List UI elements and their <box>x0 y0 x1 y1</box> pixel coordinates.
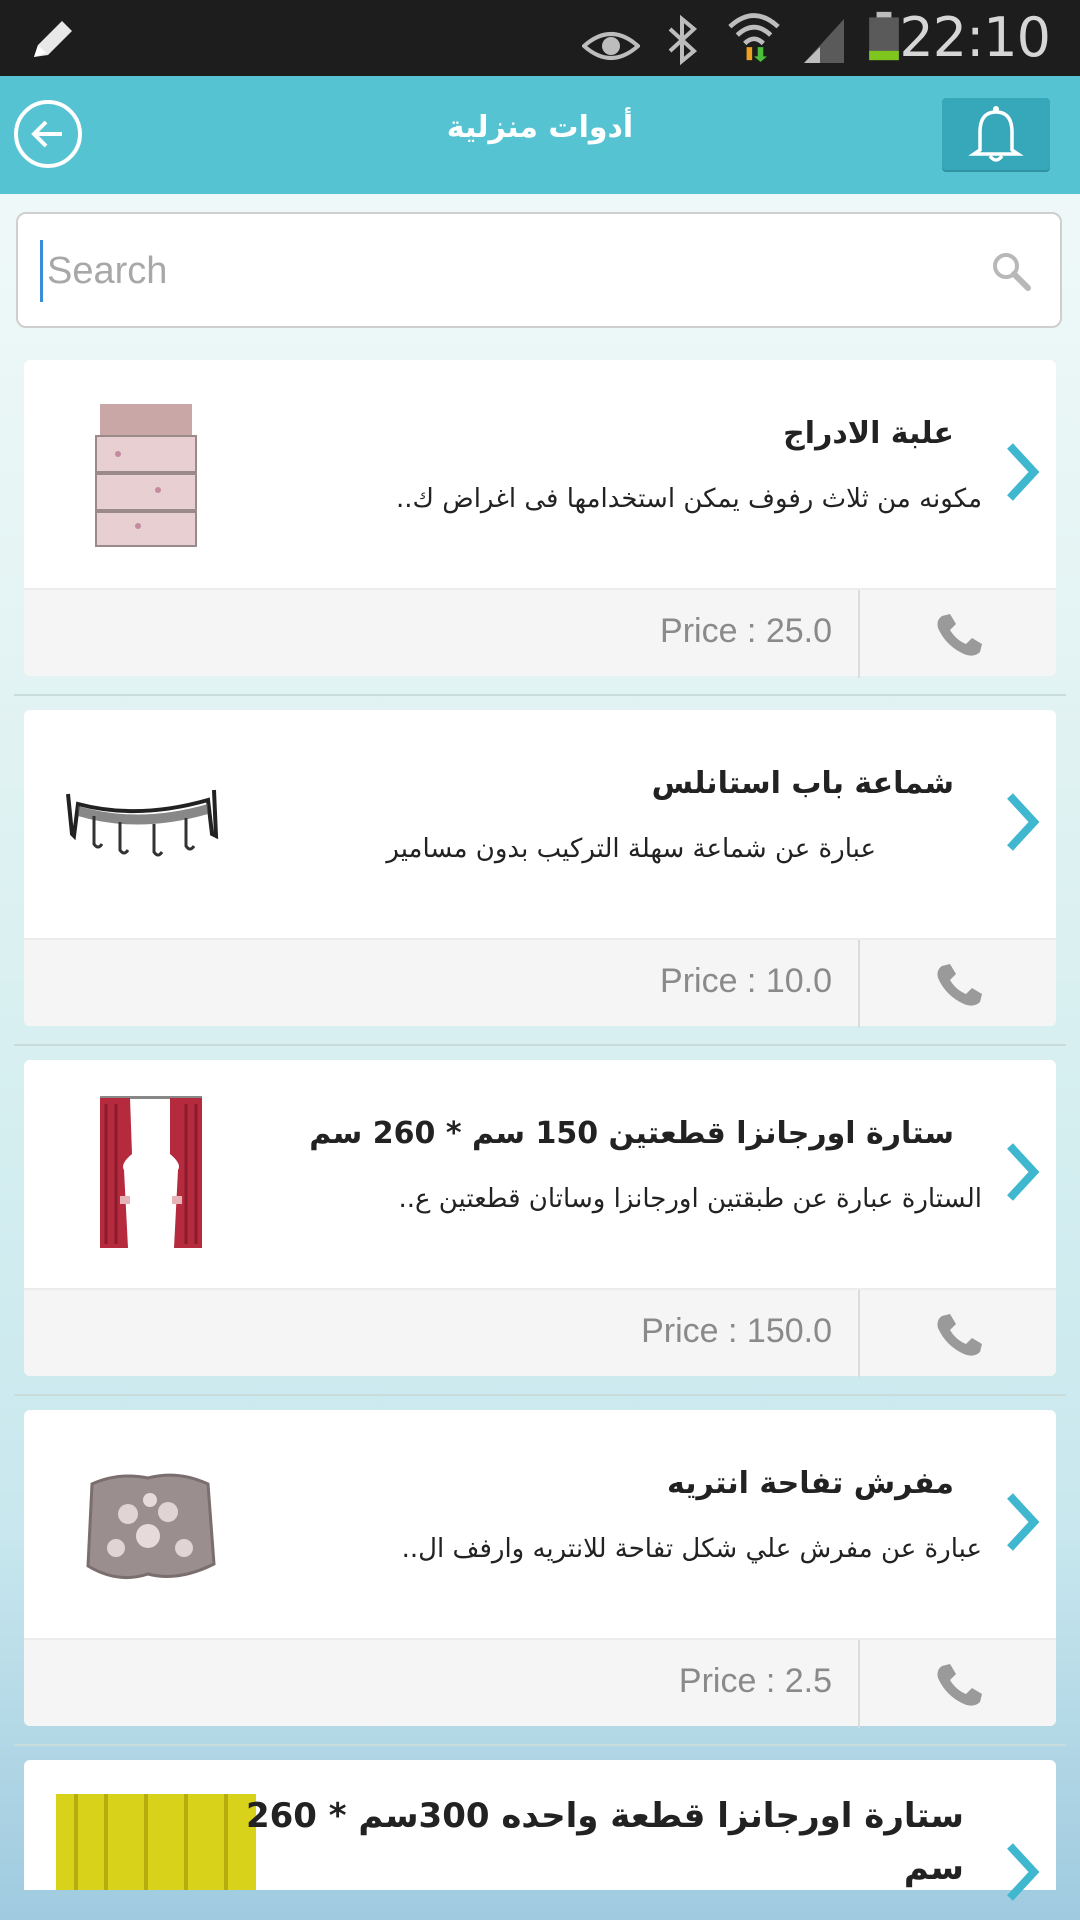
search-box <box>16 212 1062 328</box>
product-card-footer: Price : 150.0 <box>24 1288 1056 1378</box>
product-card[interactable]: ستارة اورجانزا قطعتين 150 سم * 260 سم ال… <box>24 1060 1056 1378</box>
product-card-footer: Price : 25.0 <box>24 588 1056 678</box>
search-input[interactable] <box>40 240 949 302</box>
wifi-icon <box>728 13 780 62</box>
chevron-right-icon[interactable] <box>1002 1490 1042 1554</box>
product-price: Price : 25.0 <box>660 612 832 650</box>
chevron-right-icon[interactable] <box>1002 1840 1042 1904</box>
product-card[interactable]: علبة الادراج مكونه من ثلاث رفوف يمكن است… <box>24 360 1056 678</box>
divider <box>14 1744 1066 1746</box>
call-button[interactable] <box>860 1290 1056 1378</box>
divider <box>14 1394 1066 1396</box>
phone-icon <box>937 1314 982 1356</box>
status-time: 22:10 <box>899 6 1051 69</box>
bell-icon <box>968 106 1024 162</box>
signal-icon <box>804 19 844 63</box>
phone-icon <box>937 1664 982 1706</box>
product-price: Price : 10.0 <box>660 962 832 1000</box>
product-card-footer: Price : 10.0 <box>24 938 1056 1028</box>
product-description: مكونه من ثلاث رفوف يمكن استخدامها فى اغر… <box>396 484 982 514</box>
product-price: Price : 150.0 <box>641 1312 832 1350</box>
divider <box>14 694 1066 696</box>
app-header: أدوات منزلية <box>0 76 1080 194</box>
product-image <box>56 1794 256 1890</box>
product-description: الستارة عبارة عن طبقتين اورجانزا وساتان … <box>398 1184 982 1214</box>
call-button[interactable] <box>860 590 1056 678</box>
product-title: مفرش تفاحة انتريه <box>667 1466 954 1501</box>
chevron-right-icon[interactable] <box>1002 790 1042 854</box>
search-icon[interactable] <box>990 250 1032 292</box>
product-description: عبارة عن شماعة سهلة التركيب بدون مسامير <box>386 834 876 864</box>
product-image <box>58 1444 228 1599</box>
pencil-icon <box>34 21 72 57</box>
product-image <box>58 394 228 549</box>
call-button[interactable] <box>860 1640 1056 1728</box>
product-image <box>58 1094 228 1249</box>
chevron-right-icon[interactable] <box>1002 440 1042 504</box>
notifications-button[interactable] <box>942 98 1050 170</box>
product-price: Price : 2.5 <box>678 1662 832 1700</box>
product-card[interactable]: شماعة باب استانلس عبارة عن شماعة سهلة ال… <box>24 710 1056 1028</box>
product-title: ستارة اورجانزا قطعتين 150 سم * 260 سم <box>309 1116 954 1151</box>
product-card-body[interactable]: ستارة اورجانزا قطعتين 150 سم * 260 سم ال… <box>24 1060 1056 1288</box>
product-description: عبارة عن مفرش علي شكل تفاحة للانتريه وار… <box>401 1534 982 1564</box>
product-card-footer: Price : 2.5 <box>24 1638 1056 1728</box>
product-title: شماعة باب استانلس <box>651 766 954 801</box>
product-title: علبة الادراج <box>783 416 954 451</box>
divider <box>14 1044 1066 1046</box>
status-bar: 22:10 <box>0 0 1080 76</box>
bluetooth-icon <box>668 14 698 66</box>
chevron-right-icon[interactable] <box>1002 1140 1042 1204</box>
page-title: أدوات منزلية <box>446 110 634 145</box>
phone-icon <box>937 614 982 656</box>
call-button[interactable] <box>860 940 1056 1028</box>
battery-icon <box>869 11 899 61</box>
product-card-body[interactable]: شماعة باب استانلس عبارة عن شماعة سهلة ال… <box>24 710 1056 938</box>
product-card[interactable]: مفرش تفاحة انتريه عبارة عن مفرش علي شكل … <box>24 1410 1056 1728</box>
product-title: ستارة اورجانزا قطعة واحده 300سم * 260 سم <box>245 1796 964 1888</box>
phone-icon <box>937 964 982 1006</box>
product-image <box>58 744 228 899</box>
eye-icon <box>582 32 640 60</box>
product-card[interactable]: ستارة اورجانزا قطعة واحده 300سم * 260 سم <box>24 1760 1056 1901</box>
product-card-body[interactable]: مفرش تفاحة انتريه عبارة عن مفرش علي شكل … <box>24 1410 1056 1638</box>
product-card-body[interactable]: علبة الادراج مكونه من ثلاث رفوف يمكن است… <box>24 360 1056 588</box>
